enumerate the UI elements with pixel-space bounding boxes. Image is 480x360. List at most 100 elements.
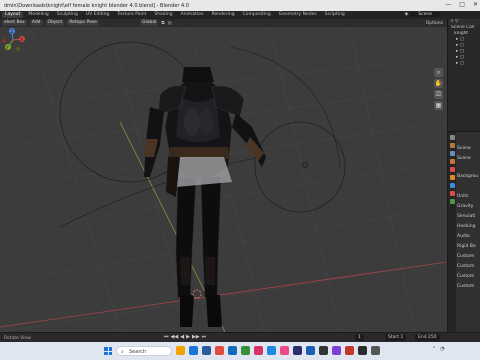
taskbar-app-icon[interactable] bbox=[202, 346, 211, 355]
taskbar-app-icon[interactable] bbox=[176, 346, 185, 355]
proportional-icon[interactable]: ◎ bbox=[168, 21, 172, 26]
taskbar-app-icon[interactable] bbox=[241, 346, 250, 355]
scene-selector[interactable]: Scene bbox=[410, 12, 440, 17]
tab-geometry-nodes[interactable]: Geometry Nodes bbox=[276, 12, 320, 18]
tab-rendering[interactable]: Rendering bbox=[209, 12, 238, 18]
grid-icon[interactable]: ▦ bbox=[434, 101, 443, 110]
3d-cursor[interactable] bbox=[192, 289, 202, 299]
tab-animation[interactable]: Animation bbox=[178, 12, 207, 18]
properties-row[interactable]: Gravity bbox=[457, 204, 473, 210]
close-button[interactable]: ✕ bbox=[473, 1, 478, 8]
properties-header: Scene bbox=[457, 146, 471, 151]
end-label: End bbox=[418, 335, 427, 340]
start-frame-field[interactable]: Start 1 bbox=[385, 334, 407, 341]
chevron-up-icon[interactable]: ⌃ bbox=[432, 346, 436, 352]
x-axis-line bbox=[0, 261, 447, 328]
taskbar-app-icon[interactable] bbox=[254, 346, 263, 355]
data-tab-icon[interactable] bbox=[449, 199, 455, 204]
pinned-apps bbox=[176, 346, 380, 355]
output-tab-icon[interactable] bbox=[449, 151, 455, 156]
window-title-bar: dmin\Downloads\knight\elf female knight … bbox=[0, 0, 480, 11]
pose-menu[interactable]: Retopo Pose bbox=[67, 20, 99, 26]
windows-taskbar: ⌕ Search ⌃ ◔ bbox=[0, 342, 480, 360]
taskbar-app-icon[interactable] bbox=[228, 346, 237, 355]
jump-start-icon[interactable]: ⏮ bbox=[164, 334, 169, 340]
properties-row[interactable]: Custom bbox=[457, 264, 474, 270]
modifier-tab-icon[interactable] bbox=[449, 183, 455, 188]
object-menu[interactable]: Object bbox=[45, 20, 65, 26]
windows-start-icon[interactable] bbox=[104, 347, 112, 355]
tab-texture-paint[interactable]: Texture Paint bbox=[114, 12, 149, 18]
workspace-tabs: Layout Modeling Sculpting UV Editing Tex… bbox=[0, 11, 480, 19]
3d-viewport[interactable]: X Y Z ⌕ ✋ ⎚ ▦ bbox=[0, 27, 447, 332]
play-reverse-icon[interactable]: ◀ bbox=[180, 334, 184, 340]
properties-row[interactable]: Custom bbox=[457, 284, 474, 290]
prev-key-icon[interactable]: ◀◀ bbox=[171, 334, 179, 340]
tab-scripting[interactable]: Scripting bbox=[322, 12, 348, 18]
viewport-scene bbox=[0, 27, 447, 332]
svg-text:Z: Z bbox=[10, 29, 13, 34]
properties-row[interactable]: Audio bbox=[457, 234, 470, 240]
navigation-gizmo[interactable]: X Y Z bbox=[0, 27, 26, 53]
taskbar-app-icon[interactable] bbox=[267, 346, 276, 355]
properties-row[interactable]: Backgrou bbox=[457, 174, 478, 180]
taskbar-app-icon[interactable] bbox=[280, 346, 289, 355]
properties-row[interactable]: Custom bbox=[457, 254, 474, 260]
maximize-button[interactable]: □ bbox=[459, 1, 465, 8]
properties-row[interactable]: Units bbox=[457, 194, 469, 200]
zoom-icon[interactable]: ⌕ bbox=[434, 68, 443, 77]
play-icon[interactable]: ▶ bbox=[186, 334, 190, 340]
tab-uv-editing[interactable]: UV Editing bbox=[83, 12, 112, 18]
taskbar-app-icon[interactable] bbox=[358, 346, 367, 355]
taskbar-app-icon[interactable] bbox=[215, 346, 224, 355]
properties-row[interactable]: Scene bbox=[457, 156, 471, 162]
snap-icon[interactable]: ⧉ bbox=[161, 20, 164, 26]
taskbar-app-icon[interactable] bbox=[345, 346, 354, 355]
tab-compositing[interactable]: Compositing bbox=[240, 12, 274, 18]
taskbar-app-icon[interactable] bbox=[371, 346, 380, 355]
scene-icon[interactable]: ◈ bbox=[405, 12, 408, 17]
options-menu[interactable]: Options bbox=[426, 21, 443, 26]
properties-tabs bbox=[448, 132, 456, 332]
window-title: dmin\Downloads\knight\elf female knight … bbox=[4, 2, 189, 9]
taskbar-app-icon[interactable] bbox=[306, 346, 315, 355]
world-tab-icon[interactable] bbox=[449, 167, 455, 172]
start-label: Start bbox=[388, 335, 399, 340]
taskbar-app-icon[interactable] bbox=[319, 346, 328, 355]
scene-tab-icon[interactable] bbox=[449, 159, 455, 164]
tab-modeling[interactable]: Modeling bbox=[25, 12, 51, 18]
taskbar-search[interactable]: ⌕ Search bbox=[116, 346, 172, 356]
jump-end-icon[interactable]: ⏭ bbox=[202, 334, 207, 340]
minimize-button[interactable]: — bbox=[445, 1, 451, 8]
tab-sculpting[interactable]: Sculpting bbox=[54, 12, 81, 18]
taskbar-app-icon[interactable] bbox=[332, 346, 341, 355]
properties-row[interactable]: Custom bbox=[457, 274, 474, 280]
properties-row[interactable]: Hooking bbox=[457, 224, 475, 230]
properties-panel: Scene Scene Backgrou Units Gravity Simul… bbox=[447, 131, 480, 332]
tab-layout[interactable]: Layout bbox=[2, 12, 24, 18]
properties-row[interactable]: Simulati bbox=[457, 214, 475, 220]
current-frame-field[interactable]: 1 bbox=[355, 334, 364, 341]
taskbar-app-icon[interactable] bbox=[293, 346, 302, 355]
status-hint: Rotate View bbox=[4, 336, 31, 341]
render-tab-icon[interactable] bbox=[449, 143, 455, 148]
system-tray: ⌃ ◔ bbox=[432, 346, 445, 352]
armor-model[interactable] bbox=[144, 67, 266, 327]
select-mode-label[interactable]: elect Box bbox=[2, 20, 27, 26]
properties-row[interactable]: Rigid Bo bbox=[457, 244, 476, 250]
next-key-icon[interactable]: ▶▶ bbox=[192, 334, 200, 340]
end-frame-field[interactable]: End 250 bbox=[415, 334, 440, 341]
network-icon[interactable]: ◔ bbox=[440, 346, 444, 352]
add-menu[interactable]: Add bbox=[29, 20, 43, 26]
camera-icon[interactable]: ⎚ bbox=[434, 90, 443, 99]
search-placeholder: Search bbox=[129, 349, 147, 355]
hand-icon[interactable]: ✋ bbox=[434, 79, 443, 88]
tab-shading[interactable]: Shading bbox=[151, 12, 175, 18]
outliner-item[interactable]: ▸ ▢ bbox=[448, 61, 480, 67]
object-tab-icon[interactable] bbox=[449, 175, 455, 180]
tool-tab-icon[interactable] bbox=[449, 135, 455, 140]
transform-orientation[interactable]: Global bbox=[140, 20, 159, 26]
taskbar-app-icon[interactable] bbox=[189, 346, 198, 355]
start-value: 1 bbox=[400, 335, 404, 340]
material-tab-icon[interactable] bbox=[449, 191, 455, 196]
